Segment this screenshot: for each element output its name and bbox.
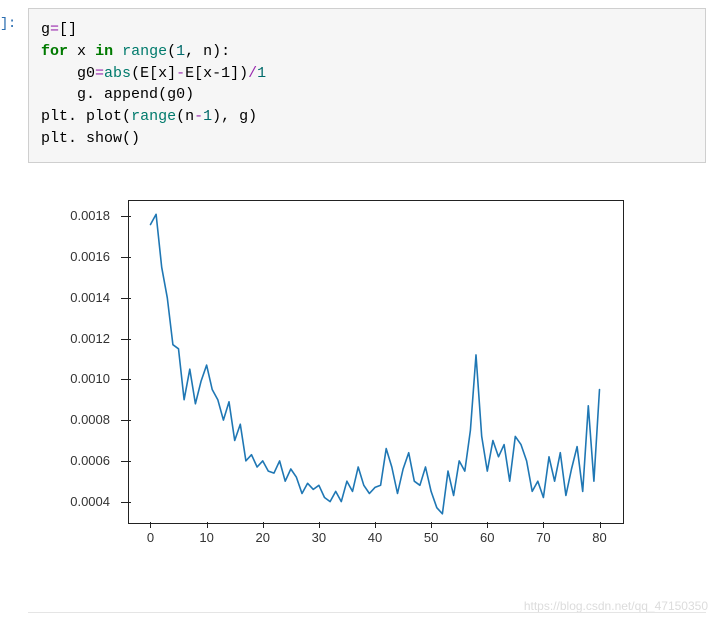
- y-tick-label: 0.0014: [50, 290, 110, 305]
- code-cell[interactable]: g=[] for x in range(1, n): g0=abs(E[x]-E…: [28, 8, 706, 163]
- x-tick-label: 10: [199, 530, 213, 545]
- y-tick-label: 0.0006: [50, 453, 110, 468]
- x-tick: [543, 522, 544, 528]
- x-tick-label: 50: [424, 530, 438, 545]
- separator: [28, 612, 706, 613]
- x-tick: [319, 522, 320, 528]
- x-tick: [600, 522, 601, 528]
- x-tick: [263, 522, 264, 528]
- x-tick-label: 30: [312, 530, 326, 545]
- x-tick: [150, 522, 151, 528]
- y-tick-label: 0.0010: [50, 371, 110, 386]
- y-tick: [121, 339, 131, 340]
- y-tick: [121, 420, 131, 421]
- y-tick: [121, 461, 131, 462]
- x-tick: [375, 522, 376, 528]
- y-tick-label: 0.0012: [50, 331, 110, 346]
- x-tick: [207, 522, 208, 528]
- x-tick: [431, 522, 432, 528]
- x-tick-label: 0: [147, 530, 154, 545]
- x-tick-label: 40: [368, 530, 382, 545]
- watermark: https://blog.csdn.net/qq_47150350: [524, 599, 708, 613]
- cell-prompt: ]:: [0, 16, 16, 32]
- y-tick-label: 0.0016: [50, 249, 110, 264]
- x-tick-label: 20: [255, 530, 269, 545]
- y-tick-label: 0.0008: [50, 412, 110, 427]
- y-tick: [121, 257, 131, 258]
- x-tick: [487, 522, 488, 528]
- y-tick-label: 0.0018: [50, 208, 110, 223]
- x-tick-label: 60: [480, 530, 494, 545]
- plot-output: 0.0004 0.0006 0.0008 0.0010 0.0012 0.0014 0.00…: [28, 190, 638, 570]
- y-tick: [121, 216, 131, 217]
- line-plot: [128, 200, 622, 522]
- x-tick-label: 80: [592, 530, 606, 545]
- y-tick: [121, 298, 131, 299]
- notebook-frame: ]: g=[] for x in range(1, n): g0=abs(E[x…: [0, 0, 726, 617]
- y-tick: [121, 502, 131, 503]
- y-tick: [121, 379, 131, 380]
- x-tick-label: 70: [536, 530, 550, 545]
- y-tick-label: 0.0004: [50, 494, 110, 509]
